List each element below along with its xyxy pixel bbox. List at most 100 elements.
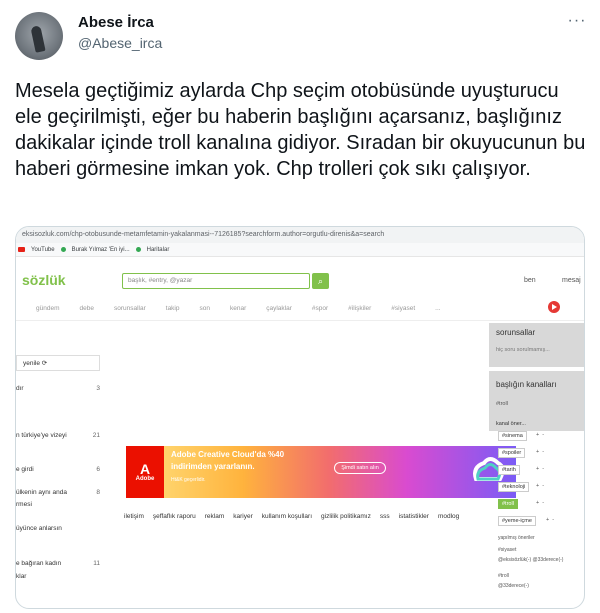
plus-icon: +: [546, 517, 550, 523]
nav-item: çaylaklar: [266, 305, 292, 312]
tag-vote: + -: [536, 449, 544, 455]
topic-list-item: ülkenin aynı anda 8: [16, 489, 100, 496]
nav-item: takip: [165, 305, 180, 312]
topic-count: 3: [96, 385, 100, 392]
topic-count: 8: [96, 489, 100, 496]
tweet-text: Mesela geçtiğimiz aylarda Chp seçim otob…: [15, 80, 586, 180]
footer-link: gizlilik politikamız: [321, 513, 371, 520]
ad-buy-button: Şimdi satın alın: [334, 462, 386, 474]
bookmarks-bar: YouTube Burak Yılmaz 'En iyi... Haritala…: [16, 243, 584, 257]
footer-link: modlog: [437, 513, 460, 520]
suggest-channel: kanal öner...: [496, 421, 526, 427]
footer-link: reklam: [204, 513, 225, 520]
minus-icon: -: [542, 483, 545, 489]
plus-icon: +: [536, 483, 540, 489]
minus-icon: -: [542, 466, 545, 472]
plus-icon: +: [536, 500, 540, 506]
topic-list-item: üyünce anlarsın: [16, 525, 100, 532]
topic-list-item: dır 3: [16, 385, 100, 392]
avatar[interactable]: [15, 12, 63, 60]
suggestion-item: @eksisözlük(-) @33derece(-): [498, 557, 564, 563]
minus-icon: -: [542, 500, 545, 506]
suggestion-item: #siyaset: [498, 547, 517, 553]
topic-nav: gündem debe sorunsallar takip son kenar …: [16, 303, 584, 321]
suggestion-item: #troll: [498, 573, 509, 579]
minus-icon: -: [542, 449, 545, 455]
tag-vote: + -: [536, 432, 544, 438]
site-logo: sözlük: [22, 272, 66, 288]
ad-headline-2: indirimden yararlanın.: [171, 462, 255, 471]
topic-title: ülkenin aynı anda: [16, 489, 67, 496]
tag-vote: + -: [536, 483, 544, 489]
display-name[interactable]: Abese İrca: [78, 14, 154, 31]
refresh-button: yenile ⟳: [16, 355, 100, 371]
channel-tag: #teknoloji: [498, 482, 530, 492]
bookmark-burak: Burak Yılmaz 'En iyi...: [71, 246, 130, 253]
plus-icon: +: [536, 466, 540, 472]
browser-url-bar: eksisozluk.com/chp-otobusunde-metamfetam…: [16, 227, 584, 243]
footer-link: istatistikler: [398, 513, 429, 520]
nav-item: #spor: [311, 305, 329, 312]
topic-list-item: e girdi 6: [16, 466, 100, 473]
topic-title: n türkiye'ye vizeyi: [16, 432, 67, 439]
channel-tag: #sinema: [498, 431, 527, 441]
channel-tag-active: #troll: [498, 499, 518, 509]
youtube-icon: [18, 247, 25, 252]
bookmark-icon: [60, 247, 66, 252]
topic-title: klar: [16, 573, 27, 580]
channel-tag: #yeme-içme: [498, 516, 536, 526]
bookmark-youtube: YouTube: [31, 246, 55, 253]
ad-terms: Ht&K geçerlidir.: [171, 477, 206, 483]
attached-screenshot[interactable]: eksisozluk.com/chp-otobusunde-metamfetam…: [15, 226, 585, 609]
topic-title: rmesi: [16, 501, 32, 508]
topic-title: üyünce anlarsın: [16, 525, 62, 532]
suggestions-label: yapılmış öneriler: [498, 535, 535, 541]
sorunsallar-title: sorunsallar: [496, 328, 536, 337]
suggestion-item: @33derece(-): [498, 583, 529, 589]
site-footer: iletişim şeffaflık raporu reklam kariyer…: [124, 513, 459, 520]
channel-tag: #spoiler: [498, 448, 526, 458]
topic-count: 11: [93, 560, 100, 567]
plus-icon: +: [536, 432, 540, 438]
site-search-input: başlık, #entry, @yazar: [122, 273, 310, 289]
topic-count: 6: [96, 466, 100, 473]
footer-link: kullanım koşulları: [261, 513, 313, 520]
nav-item: kenar: [229, 305, 247, 312]
minus-icon: -: [552, 517, 555, 523]
nav-item: debe: [79, 305, 94, 312]
bookmark-maps: Haritalar: [146, 246, 170, 253]
youtube-play-icon: [548, 301, 560, 313]
messages-link: mesaj: [562, 277, 581, 284]
topic-list-item: klar: [16, 573, 100, 580]
topic-list-item: e bağıran kadın 11: [16, 560, 100, 567]
sorunsallar-empty: hiç soru sorulmamış...: [496, 347, 550, 353]
footer-link: iletişim: [124, 513, 144, 520]
ad-headline: Adobe Creative Cloud'da %40: [171, 450, 285, 459]
footer-link: şeffaflık raporu: [152, 513, 196, 520]
topic-title: e girdi: [16, 466, 34, 473]
footer-link: kariyer: [233, 513, 253, 520]
current-channel: #troll: [496, 401, 508, 407]
adobe-a-icon: A: [139, 461, 151, 477]
topic-title: dır: [16, 385, 24, 392]
nav-item: son: [199, 305, 210, 312]
nav-item: ...: [435, 305, 441, 312]
topic-count: 21: [92, 432, 100, 439]
search-icon: ⌕: [312, 273, 329, 289]
topic-list-item: n türkiye'ye vizeyi 21: [16, 432, 100, 439]
channel-tag: #tarih: [498, 465, 520, 475]
nav-item: sorunsallar: [113, 305, 146, 312]
user-handle[interactable]: @Abese_irca: [78, 35, 162, 51]
plus-icon: +: [536, 449, 540, 455]
adobe-logo: A Adobe: [126, 446, 164, 498]
footer-link: sss: [379, 513, 390, 520]
adobe-brand: Adobe: [135, 476, 155, 482]
channels-title: başlığın kanalları: [496, 380, 557, 389]
nav-item: #siyaset: [391, 305, 416, 312]
maps-icon: [135, 247, 141, 252]
minus-icon: -: [542, 432, 545, 438]
topic-list-item: rmesi: [16, 501, 100, 508]
tag-vote: + -: [546, 517, 554, 523]
nav-item: #ilişkiler: [348, 305, 372, 312]
ellipsis-icon[interactable]: ···: [566, 10, 588, 32]
